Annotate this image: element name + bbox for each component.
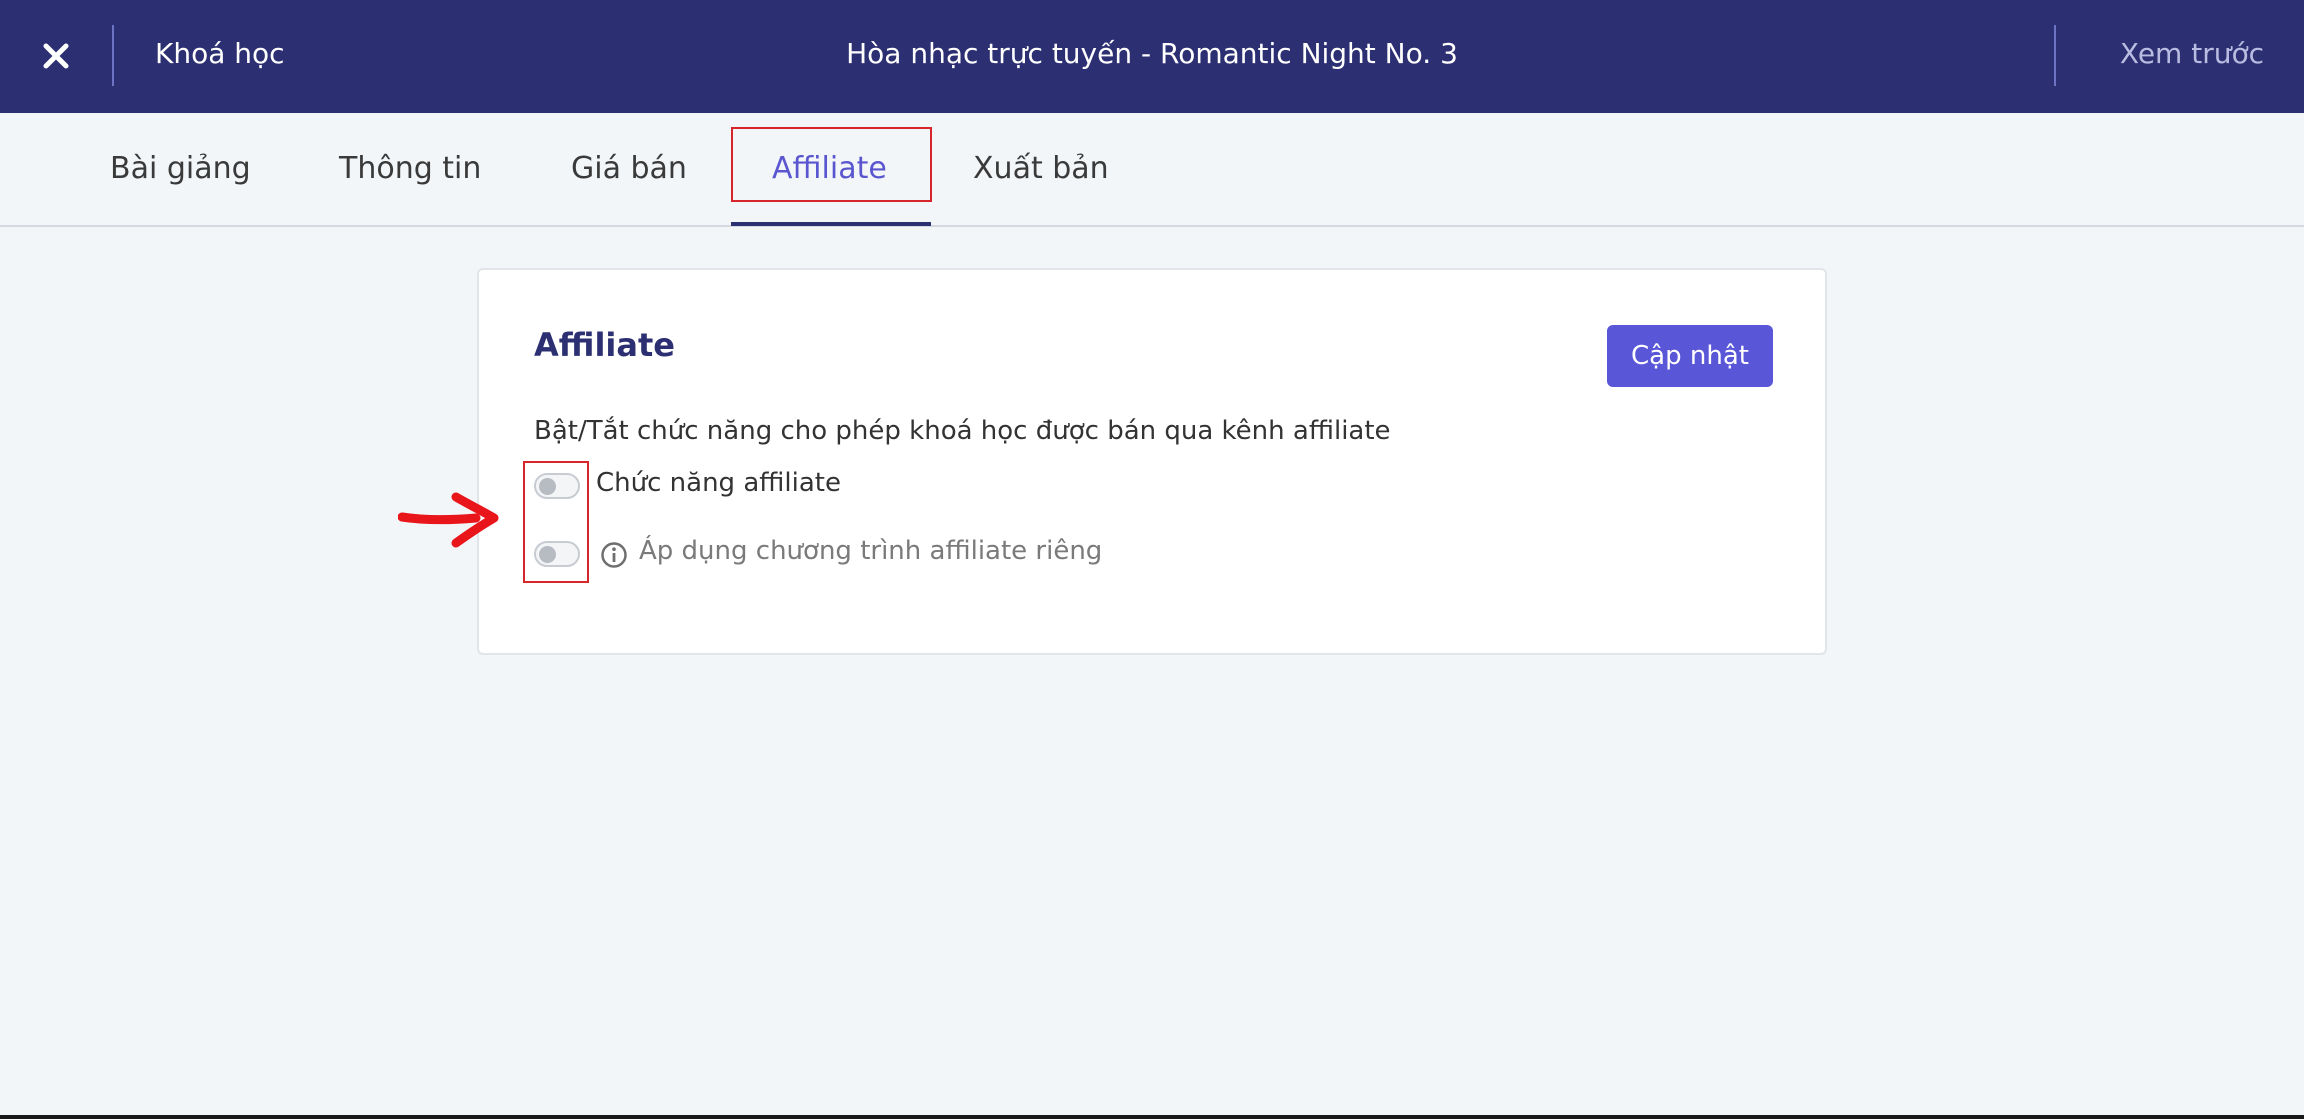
preview-link[interactable]: Xem trước <box>2120 34 2264 74</box>
tab-lectures[interactable]: Bài giảng <box>110 113 251 225</box>
close-icon <box>43 43 69 69</box>
toggle-knob <box>539 546 556 563</box>
red-arrow-icon <box>398 492 499 548</box>
top-bar: Khoá học Hòa nhạc trực tuyến - Romantic … <box>0 0 2304 113</box>
back-to-courses-link[interactable]: Khoá học <box>155 34 285 74</box>
custom-affiliate-program-toggle[interactable] <box>534 541 580 567</box>
card-description: Bật/Tắt chức năng cho phép khoá học được… <box>534 416 1391 446</box>
page-title: Hòa nhạc trực tuyến - Romantic Night No.… <box>846 37 1458 70</box>
tab-publish[interactable]: Xuất bản <box>973 113 1109 225</box>
active-tab-underline <box>731 222 931 226</box>
update-button[interactable]: Cập nhật <box>1607 325 1773 387</box>
info-icon[interactable] <box>600 541 628 569</box>
tab-pricing[interactable]: Giá bán <box>571 113 687 225</box>
tab-info[interactable]: Thông tin <box>339 113 481 225</box>
card-title: Affiliate <box>534 326 675 364</box>
tab-bar: Bài giảng Thông tin Giá bán Affiliate Xu… <box>0 113 2304 227</box>
affiliate-function-toggle[interactable] <box>534 473 580 499</box>
affiliate-function-label: Chức năng affiliate <box>596 468 841 498</box>
custom-affiliate-program-label: Áp dụng chương trình affiliate riêng <box>639 536 1103 566</box>
affiliate-card: Affiliate Cập nhật Bật/Tắt chức năng cho… <box>477 268 1827 655</box>
tab-affiliate[interactable]: Affiliate <box>772 113 887 225</box>
toggle-knob <box>539 478 556 495</box>
header-divider-left <box>112 25 114 86</box>
header-divider-right <box>2054 25 2056 86</box>
bottom-border <box>0 1115 2304 1119</box>
close-button[interactable] <box>30 30 82 82</box>
